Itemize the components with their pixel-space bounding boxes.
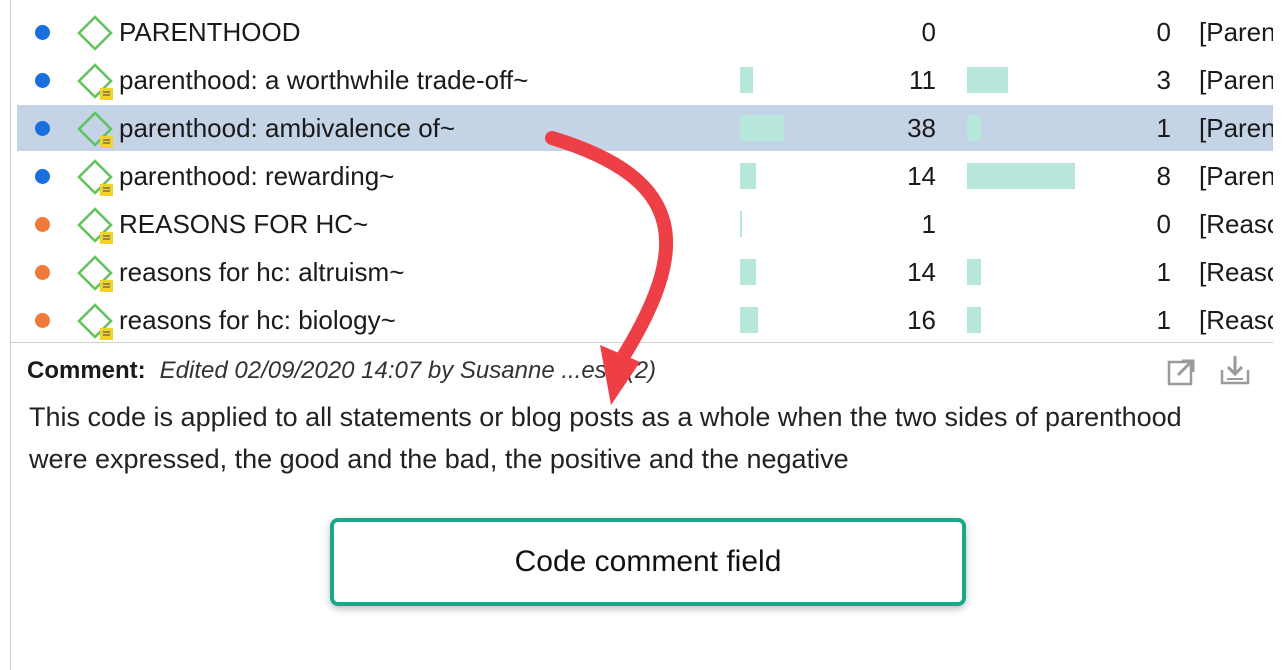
code-group-label: [Reasons] <box>1199 305 1273 335</box>
frequency-bar-track <box>740 259 800 285</box>
code-group-label: [Reasons] <box>1199 209 1273 239</box>
frequency-bar <box>740 259 756 285</box>
code-group-label: [Parenthood] <box>1199 65 1273 95</box>
frequency-bar-track <box>740 163 800 189</box>
document-count: 1 <box>1156 257 1171 287</box>
divider <box>11 342 1273 343</box>
color-dot <box>35 265 50 280</box>
frequency-bar-track <box>740 67 800 93</box>
frequency-count: 16 <box>907 305 936 335</box>
frequency-count: 11 <box>909 65 936 95</box>
frequency-count: 14 <box>907 161 936 191</box>
frequency-bar <box>740 307 758 333</box>
comment-header: Comment: Edited 02/09/2020 14:07 by Susan… <box>27 357 656 385</box>
code-name: REASONS FOR HC~ <box>119 209 369 239</box>
callout-box: Code comment field <box>330 518 966 606</box>
code-group-label: [Reasons] <box>1199 257 1273 287</box>
code-icon <box>77 111 113 148</box>
comment-text[interactable]: This code is applied to all statements o… <box>29 396 1209 480</box>
frequency-count: 0 <box>921 17 936 47</box>
export-icon[interactable] <box>1167 358 1197 386</box>
memo-badge-icon <box>100 280 113 292</box>
code-icon <box>77 63 113 100</box>
document-count: 1 <box>1156 305 1171 335</box>
document-bar <box>967 163 1075 189</box>
document-count: 8 <box>1156 161 1171 191</box>
comment-label: Comment: <box>27 357 146 384</box>
code-icon <box>77 255 113 292</box>
frequency-bar <box>740 67 753 93</box>
color-dot <box>35 73 50 88</box>
document-count: 1 <box>1156 113 1171 143</box>
frequency-bar <box>740 115 784 141</box>
frequency-bar-track <box>740 115 800 141</box>
code-group-label: [Parenthood] <box>1199 113 1273 143</box>
comment-meta: Edited 02/09/2020 14:07 by Susanne ...es… <box>159 357 657 384</box>
frequency-bar <box>740 211 742 237</box>
code-row[interactable]: parenthood: ambivalence of~ 38 1 [Parenthoo… <box>11 104 1273 152</box>
document-bar <box>967 307 981 333</box>
code-row[interactable]: PARENTHOOD 0 0 [Parenthood] <box>11 8 1273 56</box>
frequency-count: 1 <box>921 209 936 239</box>
code-row[interactable]: REASONS FOR HC~ 1 0 [Reasons] <box>11 200 1273 248</box>
code-name: PARENTHOOD <box>119 17 301 47</box>
code-icon <box>77 303 113 340</box>
frequency-bar-track <box>740 307 800 333</box>
frequency-bar <box>740 163 756 189</box>
code-icon <box>77 15 113 51</box>
document-count: 3 <box>1156 65 1171 95</box>
frequency-bar-track <box>740 211 800 237</box>
memo-badge-icon <box>100 232 113 244</box>
color-dot <box>35 313 50 328</box>
code-row[interactable]: reasons for hc: biology~ 16 1 [Reasons] <box>11 296 1273 344</box>
callout-label: Code comment field <box>514 545 782 578</box>
code-name: parenthood: rewarding~ <box>119 161 395 191</box>
color-dot <box>35 121 50 136</box>
document-bar <box>967 259 981 285</box>
code-list: PARENTHOOD00[Parenthood]parenthood: a wo… <box>11 8 1273 344</box>
code-name: parenthood: ambivalence of~ <box>119 113 456 143</box>
memo-badge-icon <box>100 88 113 100</box>
code-row[interactable]: reasons for hc: altruism~ 14 1 [Reasons] <box>11 248 1273 296</box>
memo-badge-icon <box>100 184 113 196</box>
code-name: reasons for hc: biology~ <box>119 305 396 335</box>
color-dot <box>35 25 50 40</box>
memo-badge-icon <box>100 328 113 340</box>
frequency-count: 38 <box>907 113 936 143</box>
frequency-bar-track <box>740 19 800 45</box>
document-count: 0 <box>1156 209 1171 239</box>
code-icon <box>77 207 113 244</box>
document-bar <box>967 115 981 141</box>
code-icon <box>77 159 113 196</box>
save-icon[interactable] <box>1219 354 1251 386</box>
code-group-label: [Parenthood] <box>1199 161 1273 191</box>
document-count: 0 <box>1156 17 1171 47</box>
document-bar <box>967 67 1008 93</box>
memo-badge-icon <box>100 136 113 148</box>
code-name: parenthood: a worthwhile trade-off~ <box>119 65 529 95</box>
code-group-label: [Parenthood] <box>1199 17 1273 47</box>
color-dot <box>35 217 50 232</box>
code-row[interactable]: parenthood: rewarding~ 14 8 [Parenthood] <box>11 152 1273 200</box>
code-row[interactable]: parenthood: a worthwhile trade-off~ 11 3 [P… <box>11 56 1273 104</box>
code-name: reasons for hc: altruism~ <box>119 257 405 287</box>
color-dot <box>35 169 50 184</box>
frequency-count: 14 <box>907 257 936 287</box>
